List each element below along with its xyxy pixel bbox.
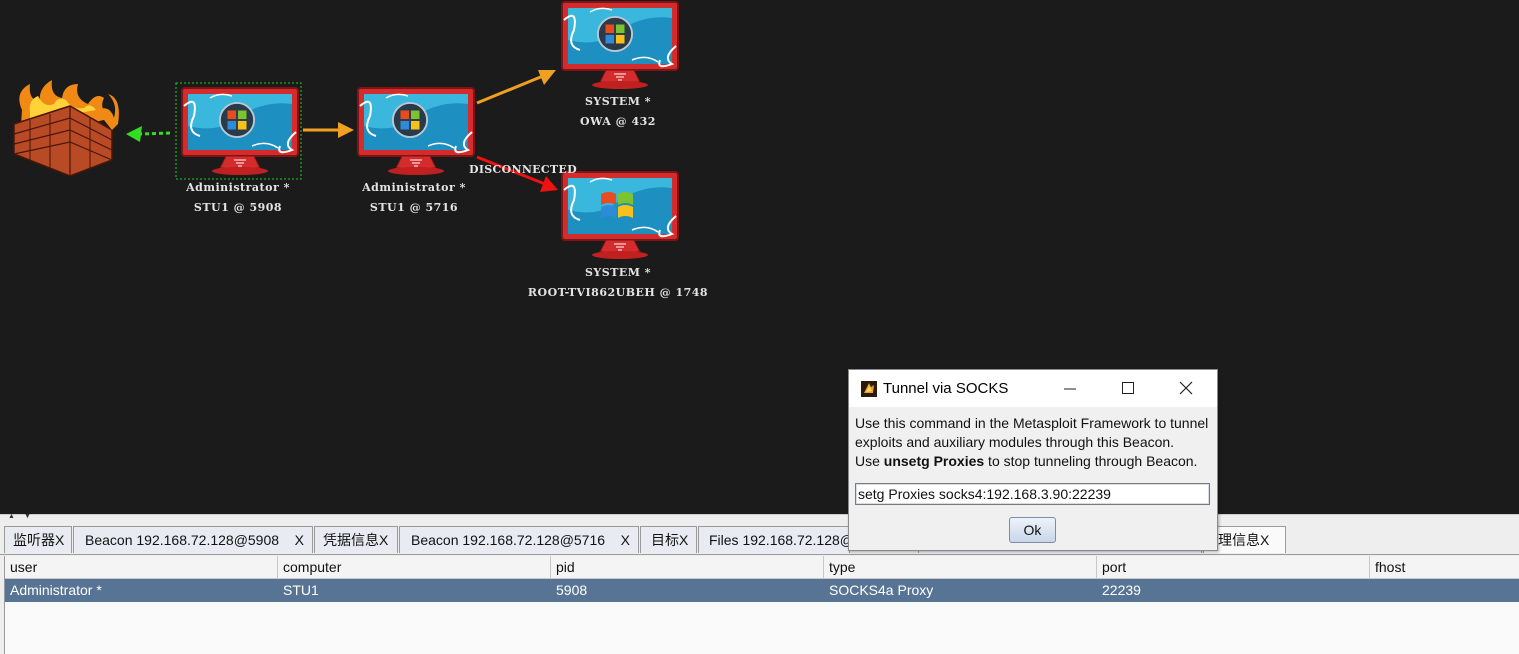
cell-type: SOCKS4a Proxy <box>829 582 934 598</box>
tab-close-icon[interactable]: X <box>379 532 388 548</box>
collapse-down-icon[interactable]: ▼ <box>24 513 31 520</box>
maximize-icon <box>1122 382 1134 394</box>
tab-close-icon[interactable]: X <box>55 532 64 548</box>
cell-pid: 5908 <box>556 582 588 598</box>
firewall-icon <box>13 80 119 177</box>
cell-port: 22239 <box>1102 582 1141 598</box>
tab-close-icon[interactable]: X <box>621 527 630 553</box>
close-button[interactable] <box>1157 370 1215 407</box>
tab-bar: 监听器X Beacon 192.168.72.128@5908 X 凭据信息X B… <box>0 524 1519 555</box>
message-text: to stop tunneling through Beacon. <box>984 453 1198 469</box>
node-host: STU1 @ 5716 <box>369 201 459 214</box>
tunnel-socks-dialog: Tunnel via SOCKS Use this command in the… <box>848 369 1218 551</box>
tab-beacon-5908[interactable]: Beacon 192.168.72.128@5908 X <box>73 526 313 553</box>
cell-computer: STU1 <box>283 582 319 598</box>
tab-close-icon[interactable]: X <box>295 527 304 553</box>
beacon-node-4[interactable] <box>561 171 679 260</box>
tab-close-icon[interactable]: X <box>679 532 688 548</box>
bottom-panel: 监听器X Beacon 192.168.72.128@5908 X 凭据信息X B… <box>0 524 1519 654</box>
dialog-titlebar[interactable]: Tunnel via SOCKS <box>849 370 1217 407</box>
column-header-pid[interactable]: pid <box>551 556 824 578</box>
tab-beacon-5716[interactable]: Beacon 192.168.72.128@5716 X <box>399 526 639 553</box>
minimize-button[interactable] <box>1041 370 1099 407</box>
tab-label: Files 192.168.72.128@ <box>709 532 850 548</box>
collapse-up-icon[interactable]: ▲ <box>8 513 15 520</box>
tab-close-icon[interactable]: X <box>1260 532 1269 548</box>
tab-credentials[interactable]: 凭据信息X <box>314 526 398 553</box>
ok-button[interactable]: Ok <box>1009 517 1056 543</box>
tab-label: Beacon 192.168.72.128@5716 <box>411 532 606 548</box>
pivot-graph[interactable]: Administrator * STU1 @ 5908 Administrato… <box>0 0 1519 514</box>
tab-files[interactable]: Files 192.168.72.128@ <box>698 526 850 553</box>
column-header-type[interactable]: type <box>824 556 1097 578</box>
column-header-fhost[interactable]: fhost <box>1370 556 1519 578</box>
edge-link-2 <box>476 70 556 105</box>
edge-label-disconnected: DISCONNECTED <box>469 163 577 176</box>
beacon-node-2[interactable] <box>357 87 475 176</box>
cell-fhost <box>1370 579 1519 602</box>
edge-link-1 <box>303 122 354 138</box>
tab-listeners[interactable]: 监听器X <box>4 526 72 553</box>
column-header-computer[interactable]: computer <box>278 556 551 578</box>
proxy-table[interactable]: user computer pid type port fhost Admini… <box>4 556 1519 654</box>
dialog-title: Tunnel via SOCKS <box>883 380 1009 397</box>
node-user: SYSTEM * <box>584 95 652 108</box>
column-header-user[interactable]: user <box>5 556 278 578</box>
windows-orb-icon <box>391 101 429 139</box>
node-label-4: SYSTEM * ROOT-TVI862UBEH @ 1748 <box>518 263 718 303</box>
message-line: exploits and auxiliary modules through t… <box>855 434 1175 450</box>
tab-label: 目标 <box>651 532 679 548</box>
node-user: SYSTEM * <box>584 266 652 279</box>
edge-pivot-link <box>126 126 171 142</box>
command-field[interactable] <box>855 483 1210 505</box>
beacon-node-3[interactable] <box>561 1 679 90</box>
tab-label: 凭据信息 <box>323 532 379 548</box>
maximize-button[interactable] <box>1099 370 1157 407</box>
dialog-message: Use this command in the Metasploit Frame… <box>855 414 1215 471</box>
message-command: unsetg Proxies <box>883 453 985 469</box>
tab-targets[interactable]: 目标X <box>640 526 697 553</box>
column-header-port[interactable]: port <box>1097 556 1370 578</box>
cell-user: Administrator * <box>10 582 102 598</box>
tab-label: Beacon 192.168.72.128@5908 <box>85 532 280 548</box>
windows-orb-icon <box>596 15 634 53</box>
node-label-3: SYSTEM * OWA @ 432 <box>550 92 686 132</box>
node-host: STU1 @ 5908 <box>193 201 283 214</box>
close-icon <box>1179 381 1193 395</box>
message-line: Use this command in the Metasploit Frame… <box>855 415 1209 431</box>
app-icon <box>861 381 877 397</box>
message-line: Use unsetg Proxies to stop tunneling thr… <box>855 452 1215 471</box>
node-user: Administrator * <box>362 181 466 194</box>
node-user: Administrator * <box>186 181 290 194</box>
table-header: user computer pid type port fhost <box>5 556 1519 579</box>
node-label-1: Administrator * STU1 @ 5908 <box>170 178 306 218</box>
table-row[interactable]: Administrator * STU1 5908 SOCKS4a Proxy … <box>5 579 1519 602</box>
windows-orb-icon <box>218 101 256 139</box>
node-host: ROOT-TVI862UBEH @ 1748 <box>527 286 709 299</box>
node-host: OWA @ 432 <box>580 115 656 128</box>
minimize-icon <box>1064 388 1076 390</box>
tab-label: 监听器 <box>13 532 55 548</box>
beacon-node-1[interactable] <box>181 87 299 176</box>
node-label-2: Administrator * STU1 @ 5716 <box>346 178 482 218</box>
message-text: Use <box>855 453 884 469</box>
